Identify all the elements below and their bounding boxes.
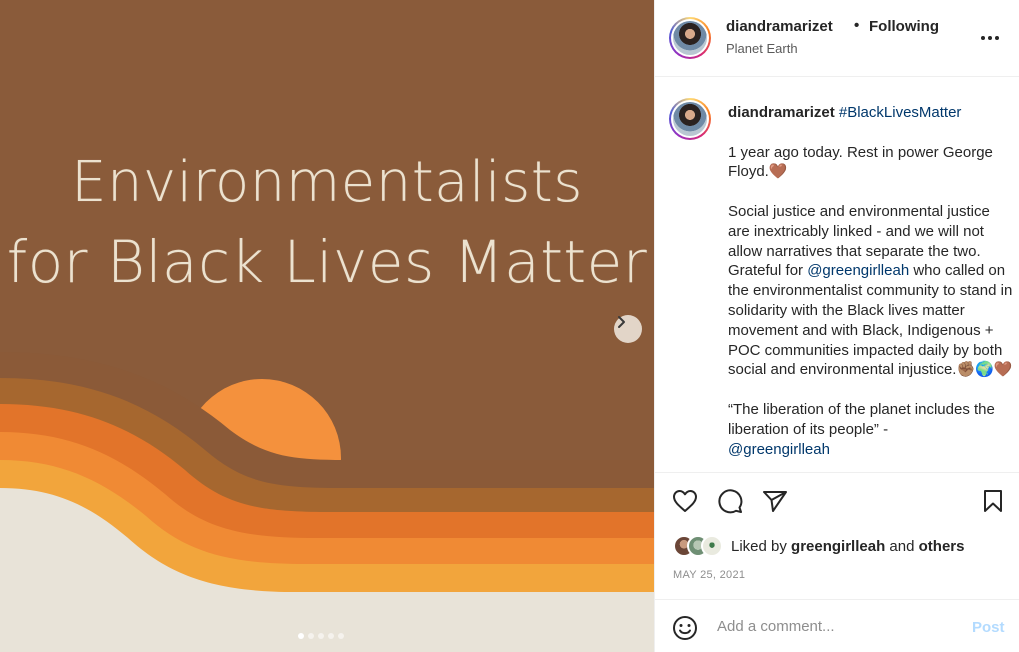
liker-avatar[interactable]	[701, 535, 723, 557]
profile-photo	[673, 21, 707, 55]
hashtag-link[interactable]: #BlackLivesMatter	[839, 104, 962, 121]
carousel-dot	[318, 633, 324, 639]
caption-paragraph-1: 1 year ago today. Rest in power George F…	[728, 143, 993, 181]
comment-bubble-icon	[718, 489, 743, 514]
caption-area[interactable]: diandramarizet #BlackLivesMatter 1 year …	[655, 77, 1019, 473]
post-date[interactable]: MAY 25, 2021	[673, 569, 745, 581]
carousel-dot	[308, 633, 314, 639]
carousel-dot	[328, 633, 334, 639]
poster-headline-line-1: Environmentalists	[71, 150, 583, 215]
comment-input[interactable]	[717, 614, 957, 638]
poster-artwork	[0, 0, 654, 652]
following-button[interactable]: Following	[869, 18, 939, 35]
carousel-dot	[338, 633, 344, 639]
poster-headline-line-2: for Black Lives Matter	[6, 228, 648, 296]
avatar[interactable]	[669, 17, 711, 59]
comment-button[interactable]	[717, 489, 743, 520]
more-options-button[interactable]	[980, 26, 1000, 55]
separator-dot: •	[854, 17, 860, 34]
save-button[interactable]	[982, 489, 1004, 518]
carousel-indicator	[298, 633, 344, 639]
share-button[interactable]	[762, 489, 788, 518]
liker-username[interactable]: greengirlleah	[791, 538, 885, 555]
location-link[interactable]: Planet Earth	[726, 41, 798, 56]
caption-paragraph-2: Social justice and environmental justice…	[728, 202, 1013, 379]
mention-link[interactable]: @greengirlleah	[728, 441, 830, 458]
caption-paragraph-3: “The liberation of the planet includes t…	[728, 400, 995, 458]
post-side-panel: diandramarizet • Following Planet Earth …	[654, 0, 1019, 652]
paper-plane-icon	[763, 491, 787, 512]
caption-username[interactable]: diandramarizet	[728, 104, 835, 121]
comment-bar: Post	[655, 599, 1019, 652]
caption-heading: diandramarizet #BlackLivesMatter	[728, 103, 1014, 123]
more-horizontal-icon	[981, 36, 999, 40]
mention-link[interactable]: @greengirlleah	[807, 262, 909, 279]
smiley-face-icon	[673, 616, 697, 640]
emoji-button[interactable]	[672, 615, 698, 646]
action-bar	[655, 474, 1019, 528]
caption-avatar[interactable]	[669, 98, 711, 140]
others-link[interactable]: others	[919, 538, 965, 555]
post-comment-button[interactable]: Post	[972, 619, 1005, 636]
like-button[interactable]	[672, 489, 698, 518]
header-username[interactable]: diandramarizet	[726, 18, 833, 35]
bookmark-icon	[984, 490, 1002, 512]
carousel-dot	[298, 633, 304, 639]
next-image-button[interactable]	[614, 315, 642, 343]
caption-text: diandramarizet #BlackLivesMatter 1 year …	[728, 103, 1014, 459]
heart-icon	[673, 490, 697, 512]
likes-summary: Liked by greengirlleah and others	[673, 534, 964, 558]
post-image: Environmentalists for Black Lives Matter	[0, 0, 654, 652]
profile-photo	[673, 102, 707, 136]
post-header: diandramarizet • Following Planet Earth	[655, 0, 1019, 77]
likes-text: Liked by greengirlleah and others	[731, 537, 965, 555]
chevron-right-icon	[618, 316, 625, 328]
